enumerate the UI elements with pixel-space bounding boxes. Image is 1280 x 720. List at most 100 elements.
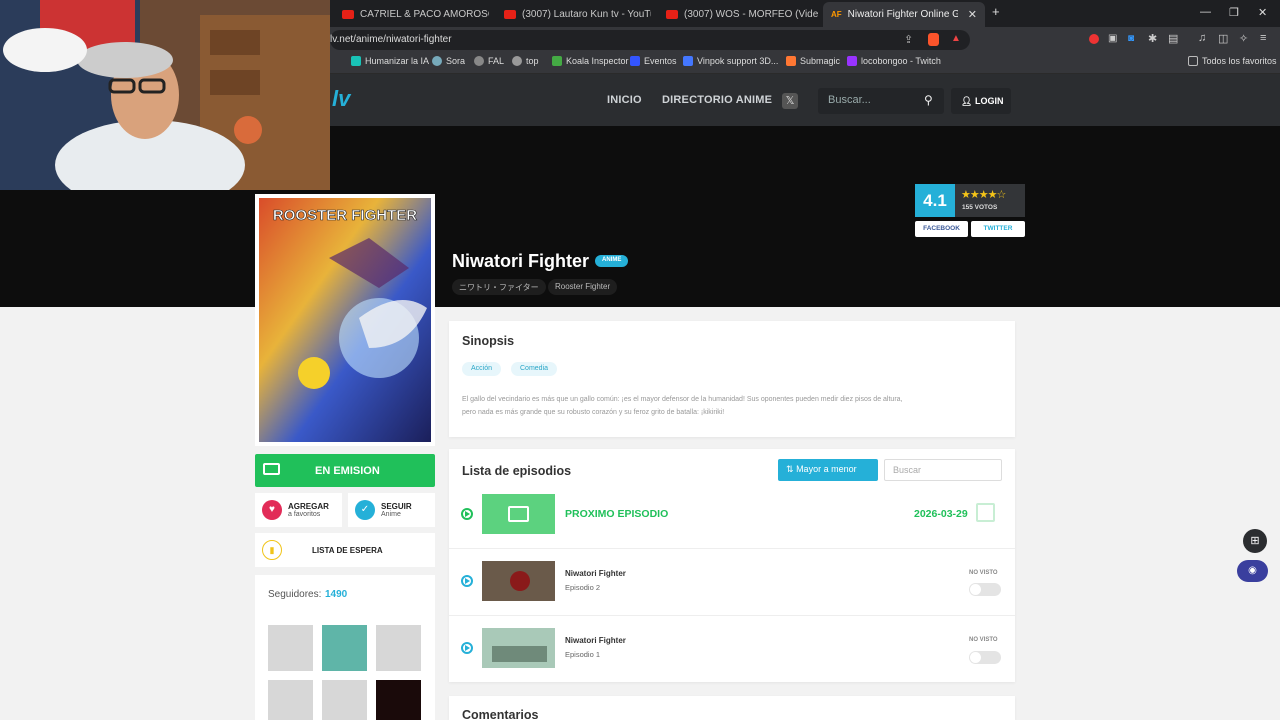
bookmark-item[interactable]: top <box>512 56 539 66</box>
follower-avatar[interactable] <box>268 625 313 671</box>
facebook-share-button[interactable]: FACEBOOK <box>915 221 968 237</box>
status-button[interactable]: EN EMISION <box>255 454 435 487</box>
next-episode-thumbnail[interactable] <box>482 494 555 534</box>
music-icon[interactable]: ♫ <box>1198 32 1206 44</box>
login-button[interactable]: 👤︎ LOGIN <box>951 88 1011 114</box>
wallet-icon[interactable]: ◫ <box>1218 32 1228 45</box>
episode-title[interactable]: Niwatori Fighter <box>565 569 626 578</box>
star-filled-icon[interactable]: ★ <box>979 189 989 201</box>
bookmark-item[interactable]: Koala Inspector <box>552 56 629 66</box>
browser-tab-2[interactable]: (3007) Lautaro Kun tv - YouTube <box>496 3 651 25</box>
episode-search-input[interactable]: Buscar <box>884 459 1002 481</box>
watched-toggle[interactable] <box>969 651 1001 664</box>
tab-title: (3007) WOS - MORFEO (Video Oficia <box>684 8 818 20</box>
bookmark-item[interactable]: Eventos <box>630 56 677 66</box>
bookmark-label: Submagic <box>800 56 841 66</box>
follower-avatar[interactable] <box>268 680 313 720</box>
site-logo[interactable]: lv <box>332 86 350 112</box>
search-icon[interactable]: ⚲ <box>924 93 933 107</box>
apps-grid-icon[interactable]: ⊞ <box>1243 529 1267 553</box>
sort-button[interactable]: ⇅ Mayor a menor <box>778 459 878 481</box>
browser-tab-3[interactable]: (3007) WOS - MORFEO (Video Oficia <box>658 3 818 25</box>
check-icon: ✓ <box>355 500 375 520</box>
watchlist-label: LISTA DE ESPERA <box>312 546 383 555</box>
extension-icon[interactable] <box>1089 34 1099 44</box>
genre-tag[interactable]: Comedia <box>511 362 558 376</box>
close-tab-icon[interactable]: ✕ <box>968 8 977 21</box>
tab-title: (3007) Lautaro Kun tv - YouTube <box>522 8 651 20</box>
tab-title: Niwatori Fighter Online Gratis - A <box>847 9 958 20</box>
extension-icon[interactable]: ▣ <box>1108 33 1117 44</box>
youtube-icon <box>666 9 678 19</box>
rating-stars[interactable]: ★★★★☆ <box>961 188 1007 201</box>
episode-thumbnail[interactable] <box>482 561 555 601</box>
bookmark-item[interactable]: Sora <box>432 56 465 66</box>
url-field[interactable]: lv.net/anime/niwatori-fighter ⇪ ▲ <box>330 30 970 50</box>
bookmark-item[interactable]: FAL <box>474 56 504 66</box>
synopsis-text: El gallo del vecindario es más que un ga… <box>462 393 1002 419</box>
watchlist-button[interactable]: ▮ LISTA DE ESPERA <box>255 533 435 567</box>
twitter-share-button[interactable]: TWITTER <box>971 221 1025 237</box>
bookmark-item[interactable]: Humanizar la IA <box>351 56 429 66</box>
x-twitter-icon[interactable]: 𝕏 <box>782 93 798 109</box>
puzzle-icon[interactable]: ✱ <box>1148 32 1157 45</box>
discord-icon[interactable]: ◉ <box>1237 560 1268 582</box>
close-window-icon[interactable]: ✕ <box>1258 6 1267 19</box>
type-badge: ANIME <box>595 255 629 267</box>
follower-avatar[interactable] <box>376 625 421 671</box>
all-bookmarks[interactable]: Todos los favoritos <box>1188 56 1277 66</box>
menu-icon[interactable]: ≡ <box>1260 32 1266 44</box>
sidebar-icon[interactable]: ▤ <box>1168 32 1178 45</box>
episode-number: Episodio 2 <box>565 583 601 592</box>
brave-shield-icon[interactable] <box>928 33 939 46</box>
comments-heading: Comentarios <box>462 708 539 720</box>
bookmark-icon <box>432 56 442 66</box>
synopsis-line: El gallo del vecindario es más que un ga… <box>462 396 903 403</box>
play-icon[interactable] <box>461 642 473 654</box>
rewards-icon[interactable]: ▲ <box>951 33 961 44</box>
follower-avatar[interactable] <box>322 680 367 720</box>
new-tab-icon[interactable]: + <box>992 4 1000 19</box>
bookmark-label: Todos los favoritos <box>1202 56 1277 66</box>
maximize-icon[interactable]: ❐ <box>1229 6 1239 19</box>
star-empty-icon[interactable]: ☆ <box>997 189 1007 201</box>
bookmark-item[interactable]: Vinpok support 3D... <box>683 56 778 66</box>
star-filled-icon[interactable]: ★ <box>970 189 980 201</box>
nav-directorio-anime[interactable]: DIRECTORIO ANIME <box>662 94 772 106</box>
follow-button[interactable]: ✓ SEGUIR Anime <box>348 493 435 527</box>
add-fav-sub: a favoritos <box>288 511 321 518</box>
rating-box: ★★★★☆ 155 VOTOS <box>955 184 1025 217</box>
add-favorite-button[interactable]: ♥ AGREGAR a favoritos <box>255 493 342 527</box>
anime-title: Niwatori Fighter <box>452 251 590 271</box>
minimize-icon[interactable]: — <box>1200 6 1211 18</box>
star-filled-icon[interactable]: ★ <box>961 189 971 201</box>
comments-panel: Comentarios <box>449 696 1015 720</box>
genre-tag[interactable]: Acción <box>462 362 502 376</box>
row-divider <box>449 548 1015 549</box>
star-filled-icon[interactable]: ★ <box>988 189 998 201</box>
follow-title: SEGUIR <box>381 502 412 511</box>
follower-avatar[interactable] <box>322 625 367 671</box>
browser-tab-1[interactable]: CA7RIEL & PACO AMOROSO - YouTu <box>334 3 489 25</box>
play-icon[interactable] <box>461 575 473 587</box>
episode-thumbnail[interactable] <box>482 628 555 668</box>
bookmark-item[interactable]: Submagic <box>786 56 840 66</box>
votes-count: 155 VOTOS <box>962 204 998 211</box>
browser-tab-active[interactable]: AF Niwatori Fighter Online Gratis - A ✕ <box>823 2 985 27</box>
watched-status: NO VISTO <box>969 637 998 643</box>
bookmark-item[interactable]: locobongoo - Twitch <box>847 56 941 66</box>
episode-title[interactable]: Niwatori Fighter <box>565 636 626 645</box>
calendar-icon <box>976 503 995 522</box>
ai-icon[interactable]: ✧ <box>1239 32 1248 45</box>
extension-icon[interactable]: ◙ <box>1128 33 1134 44</box>
share-icon[interactable]: ⇪ <box>904 33 913 46</box>
play-icon[interactable] <box>461 508 473 520</box>
youtube-icon <box>342 9 354 19</box>
youtube-icon <box>504 9 516 19</box>
bookmark-icon <box>351 56 361 66</box>
watched-toggle[interactable] <box>969 583 1001 596</box>
nav-inicio[interactable]: INICIO <box>607 94 642 106</box>
follower-avatar[interactable] <box>376 680 421 720</box>
synopsis-panel: Sinopsis El gallo del vecindario es más … <box>449 321 1015 437</box>
site-search-input[interactable]: Buscar... ⚲ <box>818 88 944 114</box>
